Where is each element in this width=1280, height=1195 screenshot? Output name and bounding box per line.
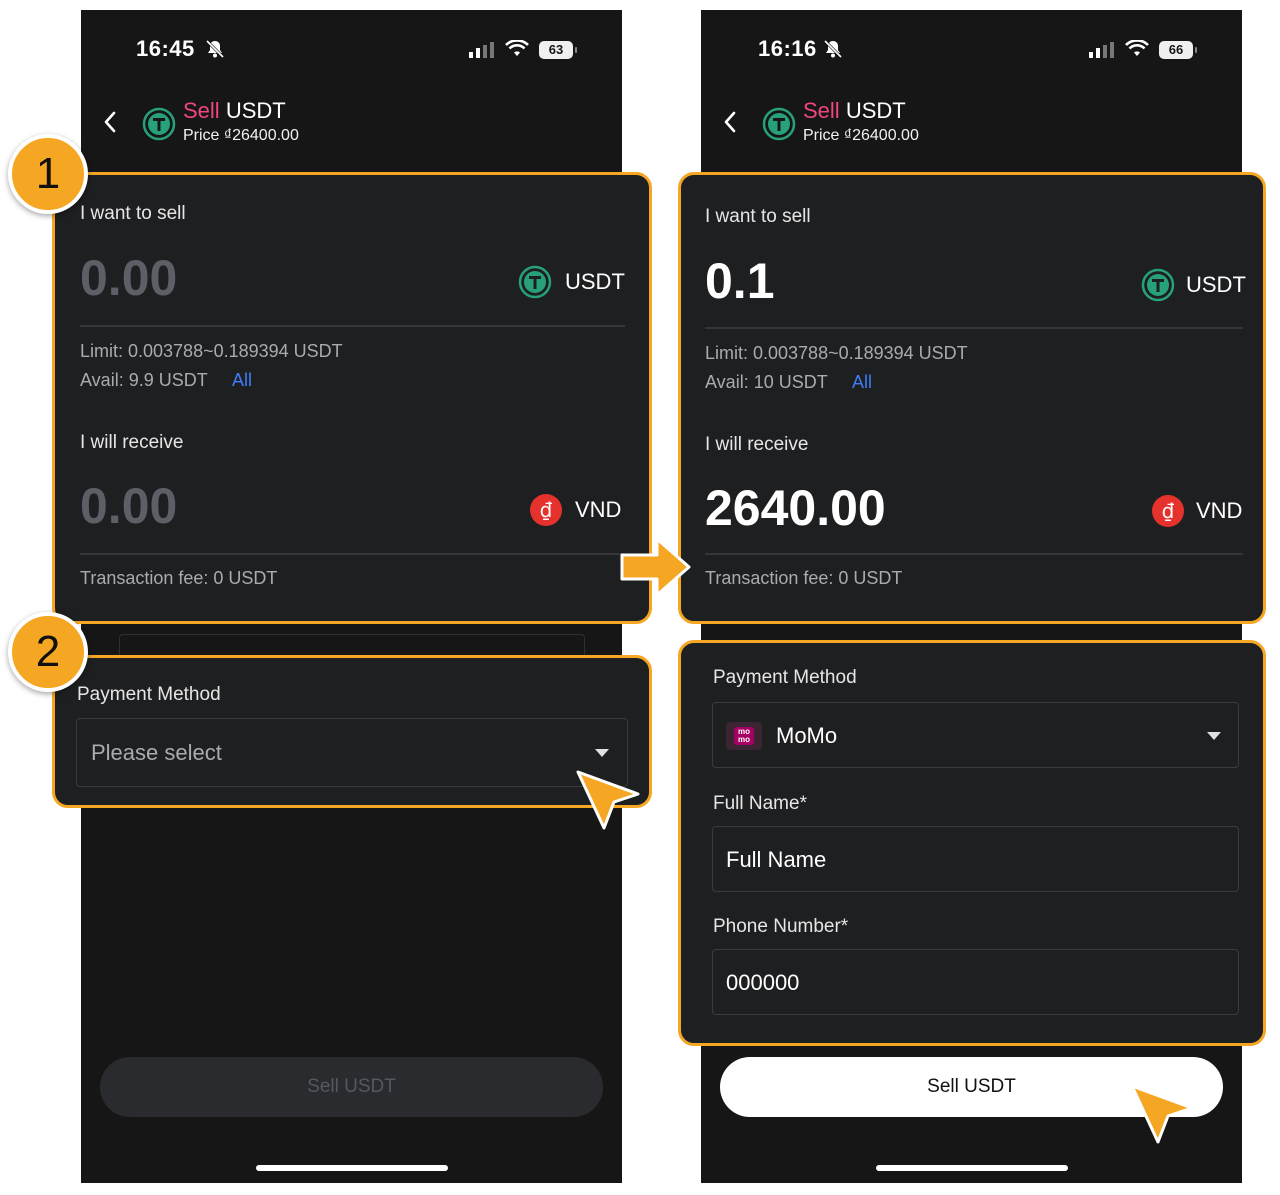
all-link[interactable]: All xyxy=(852,372,872,393)
bell-muted-icon xyxy=(823,39,843,59)
divider xyxy=(705,327,1243,329)
status-time: 16:16 xyxy=(758,36,817,61)
tether-icon xyxy=(762,107,796,141)
transaction-fee: Transaction fee: 0 USDT xyxy=(80,568,278,588)
tether-icon xyxy=(1141,268,1175,302)
step-2-badge: 2 xyxy=(8,612,88,692)
phone-number-label: Phone Number* xyxy=(713,916,849,937)
want-to-sell-label: I want to sell xyxy=(80,203,186,224)
svg-text:₫: ₫ xyxy=(540,498,553,522)
phone-number-value: 000000 xyxy=(726,970,800,995)
divider xyxy=(80,553,625,555)
transaction-fee: Transaction fee: 0 USDT xyxy=(705,568,903,588)
sell-amount-input[interactable]: 0.1 xyxy=(705,252,775,310)
full-name-value: Full Name xyxy=(726,847,827,872)
price-label: Price ₫26400.00 xyxy=(803,127,919,144)
sell-currency: USDT xyxy=(565,269,625,294)
available-balance: Avail: 9.9 USDT xyxy=(80,370,208,390)
back-arrow-icon[interactable] xyxy=(101,110,119,134)
cursor-pointer-icon xyxy=(576,770,640,830)
limit-text: Limit: 0.003788~0.189394 USDT xyxy=(80,341,343,361)
back-arrow-icon[interactable] xyxy=(721,110,739,134)
divider xyxy=(705,553,1243,555)
all-link[interactable]: All xyxy=(232,370,252,391)
full-name-input[interactable]: Full Name xyxy=(712,826,1239,892)
payment-method-label: Payment Method xyxy=(713,667,857,688)
select-placeholder: Please select xyxy=(91,740,222,765)
right-arrow-icon xyxy=(620,537,691,597)
cellular-signal-icon xyxy=(469,42,494,58)
cellular-signal-icon xyxy=(1089,42,1114,58)
battery-indicator: 66 xyxy=(1159,41,1197,59)
full-name-label: Full Name* xyxy=(713,793,807,814)
sell-usdt-button-disabled[interactable]: Sell USDT xyxy=(100,1057,603,1117)
momo-logo-text: mo mo xyxy=(734,727,754,745)
page-title: Sell USDT xyxy=(803,98,906,123)
momo-logo-icon: mo mo xyxy=(726,722,762,750)
page-title: Sell USDT xyxy=(183,98,286,123)
payment-method-label: Payment Method xyxy=(77,684,221,705)
will-receive-label: I will receive xyxy=(705,434,809,455)
vnd-icon: ₫ xyxy=(530,494,562,526)
dropdown-caret-icon xyxy=(595,749,609,757)
receive-amount: 2640.00 xyxy=(705,480,886,536)
receive-amount: 0.00 xyxy=(80,478,178,534)
payment-method-select[interactable]: mo mo MoMo xyxy=(712,702,1239,768)
sell-currency: USDT xyxy=(1186,272,1246,297)
payment-method-select[interactable]: Please select xyxy=(76,718,628,787)
tether-icon xyxy=(518,265,552,299)
sell-amount-card: I want to sell 0.00 USDT Limit: 0.003788… xyxy=(52,172,652,624)
sell-amount-input[interactable]: 0.00 xyxy=(80,249,177,307)
available-balance: Avail: 10 USDT xyxy=(705,372,828,392)
svg-text:₫: ₫ xyxy=(1162,499,1175,523)
want-to-sell-label: I want to sell xyxy=(705,206,811,227)
home-indicator xyxy=(876,1165,1068,1171)
vnd-icon: ₫ xyxy=(1152,495,1184,527)
home-indicator xyxy=(256,1165,448,1171)
tether-icon xyxy=(142,107,176,141)
payment-details-card: Payment Method mo mo MoMo Full Name* Ful… xyxy=(678,640,1266,1046)
cursor-pointer-icon xyxy=(1130,1084,1194,1144)
step-1-badge: 1 xyxy=(8,134,88,214)
receive-currency: VND xyxy=(575,497,622,522)
payment-method-card: Payment Method Please select xyxy=(52,655,652,808)
wifi-icon xyxy=(505,40,529,56)
bell-muted-icon xyxy=(205,39,225,59)
wifi-icon xyxy=(1125,40,1149,56)
limit-text: Limit: 0.003788~0.189394 USDT xyxy=(705,343,968,363)
sell-amount-card: I want to sell 0.1 USDT Limit: 0.003788~… xyxy=(678,172,1266,624)
selected-payment-method: MoMo xyxy=(776,723,838,748)
phone-number-input[interactable]: 000000 xyxy=(712,949,1239,1015)
will-receive-label: I will receive xyxy=(80,432,184,453)
battery-indicator: 63 xyxy=(539,41,577,59)
dropdown-caret-icon xyxy=(1207,732,1221,740)
receive-currency: VND xyxy=(1196,498,1243,523)
status-time: 16:45 xyxy=(136,36,195,61)
price-label: Price ₫26400.00 xyxy=(183,127,299,144)
divider xyxy=(80,325,625,327)
field-outline-behind xyxy=(119,634,585,655)
